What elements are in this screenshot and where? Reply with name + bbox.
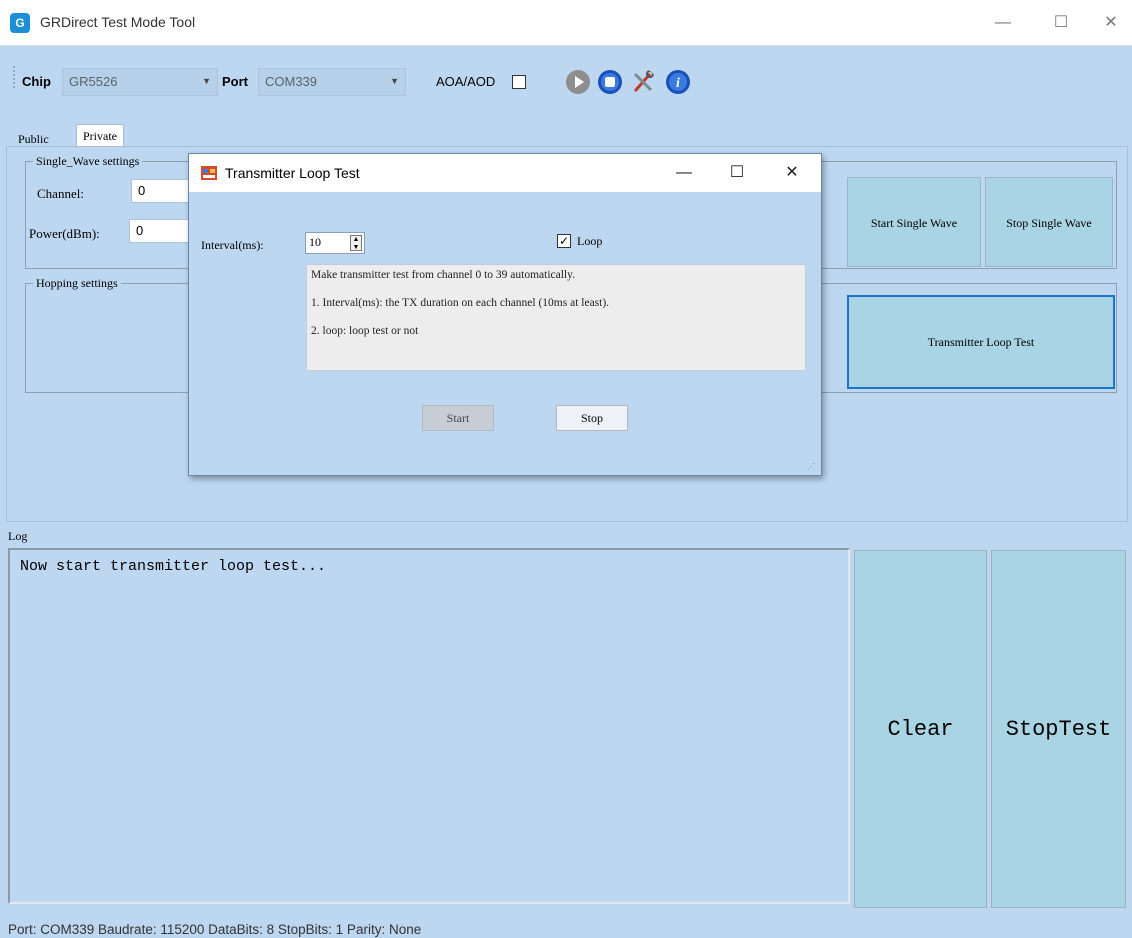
aoa-aod-checkbox[interactable]: [512, 75, 526, 89]
transmitter-loop-test-button[interactable]: Transmitter Loop Test: [847, 295, 1115, 389]
toolbar-grip[interactable]: [13, 66, 16, 88]
info-line: 2. loop: loop test or not: [311, 325, 419, 337]
close-button[interactable]: ✕: [1094, 10, 1128, 36]
play-icon[interactable]: [565, 69, 591, 95]
start-single-wave-button[interactable]: Start Single Wave: [847, 177, 981, 267]
window-title: GRDirect Test Mode Tool: [40, 14, 196, 30]
power-label: Power(dBm):: [29, 226, 100, 241]
tab-private[interactable]: Private: [76, 124, 124, 148]
transmitter-loop-test-dialog: Transmitter Loop Test — ☐ ✕ Interval(ms)…: [188, 153, 822, 476]
dialog-start-button[interactable]: Start: [422, 405, 494, 431]
dialog-title: Transmitter Loop Test: [225, 165, 360, 181]
spin-updown-icon[interactable]: ▲ ▼: [350, 235, 362, 251]
log-label: Log: [8, 529, 28, 543]
power-select[interactable]: 0: [129, 219, 191, 243]
interval-value: 10: [309, 235, 321, 249]
svg-text:i: i: [676, 76, 680, 91]
stop-icon[interactable]: [597, 69, 623, 95]
chevron-down-icon: ▼: [202, 76, 211, 86]
channel-select[interactable]: 0: [131, 179, 191, 203]
dialog-maximize-button[interactable]: ☐: [722, 160, 752, 186]
stop-single-wave-button[interactable]: Stop Single Wave: [985, 177, 1113, 267]
dialog-close-button[interactable]: ✕: [777, 160, 807, 186]
interval-stepper[interactable]: 10 ▲ ▼: [305, 232, 365, 254]
resize-grip-icon[interactable]: ⋰: [807, 462, 815, 471]
aoa-aod-label: AOA/AOD: [436, 74, 496, 89]
chip-select[interactable]: GR5526 ▼: [62, 68, 218, 96]
channel-value: 0: [138, 183, 146, 198]
chip-label: Chip: [22, 74, 51, 89]
log-textarea[interactable]: Now start transmitter loop test...: [8, 548, 850, 904]
minimize-button[interactable]: —: [986, 10, 1020, 36]
dialog-title-bar: Transmitter Loop Test — ☐ ✕: [189, 154, 821, 192]
app-icon: G: [10, 13, 30, 33]
dialog-minimize-button[interactable]: —: [669, 160, 699, 186]
channel-label: Channel:: [37, 186, 84, 201]
single-wave-title: Single_Wave settings: [33, 154, 143, 169]
port-label: Port: [222, 74, 248, 89]
info-line: 1. Interval(ms): the TX duration on each…: [311, 297, 610, 309]
info-icon[interactable]: i: [665, 69, 691, 95]
tools-icon[interactable]: [630, 69, 656, 95]
maximize-button[interactable]: ☐: [1044, 10, 1078, 36]
chip-select-value: GR5526: [69, 74, 118, 89]
loop-label: Loop: [577, 234, 603, 248]
info-line: Make transmitter test from channel 0 to …: [311, 269, 575, 281]
hopping-title: Hopping settings: [33, 276, 121, 291]
dialog-stop-button[interactable]: Stop: [556, 405, 628, 431]
log-text: Now start transmitter loop test...: [20, 558, 327, 575]
port-select[interactable]: COM339 ▼: [258, 68, 406, 96]
interval-label: Interval(ms):: [201, 238, 264, 252]
info-textbox: Make transmitter test from channel 0 to …: [306, 264, 806, 371]
form-icon: [201, 166, 217, 180]
status-bar: Port: COM339 Baudrate: 115200 DataBits: …: [8, 922, 422, 937]
clear-button[interactable]: Clear: [854, 550, 987, 908]
power-value: 0: [136, 223, 144, 238]
chevron-down-icon: ▼: [390, 76, 399, 86]
stoptest-button[interactable]: StopTest: [991, 550, 1126, 908]
loop-checkbox[interactable]: ✓: [557, 234, 571, 248]
title-bar: G GRDirect Test Mode Tool — ☐ ✕: [0, 0, 1132, 46]
port-select-value: COM339: [265, 74, 318, 89]
